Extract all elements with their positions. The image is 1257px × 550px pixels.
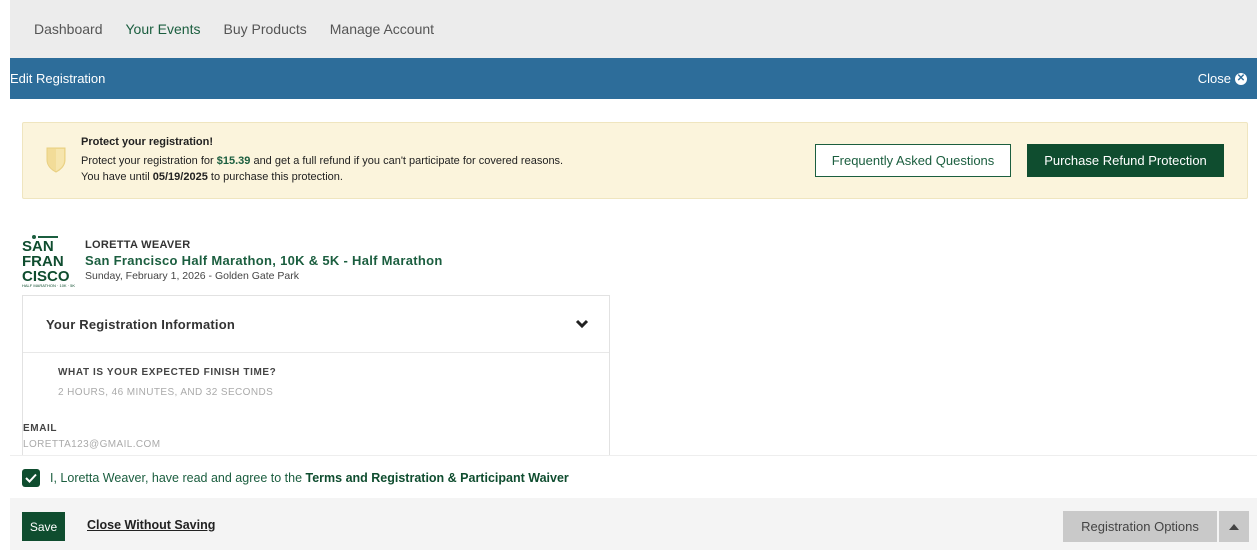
save-button[interactable]: Save — [22, 512, 65, 541]
bottom-action-bar: Save Close Without Saving Registration O… — [10, 498, 1257, 550]
nav-your-events[interactable]: Your Events — [126, 21, 201, 37]
agreement-text: I, Loretta Weaver, have read and agree t… — [50, 470, 569, 485]
top-nav: Dashboard Your Events Buy Products Manag… — [10, 0, 1257, 58]
event-info: LORETTA WEAVER San Francisco Half Marath… — [85, 239, 443, 282]
edit-registration-bar: Edit Registration Close ✕ — [10, 58, 1257, 99]
caret-up-icon — [1229, 523, 1239, 530]
close-without-saving-link[interactable]: Close Without Saving — [87, 518, 215, 532]
email-value: LORETTA123@GMAIL.COM — [23, 439, 161, 450]
edit-registration-title: Edit Registration — [10, 71, 106, 86]
logo-subtitle: HALF MARATHON · 10K · 5K — [22, 283, 75, 288]
event-date-location: Sunday, February 1, 2026 - Golden Gate P… — [85, 270, 300, 282]
email-label: EMAIL — [23, 423, 58, 434]
shield-icon — [46, 147, 66, 173]
purchase-refund-protection-button[interactable]: Purchase Refund Protection — [1027, 144, 1224, 177]
registration-options-button[interactable]: Registration Options — [1063, 511, 1217, 542]
nav-manage-account[interactable]: Manage Account — [330, 21, 434, 37]
chevron-down-icon — [575, 319, 589, 329]
finish-time-value: 2 HOURS, 46 MINUTES, AND 32 SECONDS — [58, 387, 274, 398]
protection-description: Protect your registration for $15.39 and… — [81, 155, 564, 167]
nav-buy-products[interactable]: Buy Products — [223, 21, 306, 37]
protection-title: Protect your registration! — [81, 136, 214, 148]
agree-checkbox[interactable] — [22, 468, 40, 487]
event-logo: SAN FRAN CISCO HALF MARATHON · 10K · 5K — [22, 235, 75, 288]
faq-button[interactable]: Frequently Asked Questions — [815, 144, 1011, 177]
finish-time-label: WHAT IS YOUR EXPECTED FINISH TIME? — [58, 367, 277, 378]
agreement-row: I, Loretta Weaver, have read and agree t… — [10, 455, 1257, 500]
registration-info-panel: Your Registration Information WHAT IS YO… — [22, 295, 610, 460]
close-circle-icon: ✕ — [1235, 72, 1247, 85]
nav-dashboard[interactable]: Dashboard — [34, 21, 103, 37]
participant-name: LORETTA WEAVER — [85, 239, 191, 251]
checkmark-icon — [25, 473, 37, 483]
protection-price: $15.39 — [216, 155, 251, 167]
registration-info-header[interactable]: Your Registration Information — [23, 296, 609, 353]
terms-waiver-link[interactable]: Terms and Registration & Participant Wai… — [306, 471, 569, 485]
protection-deadline-text: You have until 05/19/2025 to purchase th… — [81, 171, 343, 183]
close-button[interactable]: Close ✕ — [1198, 71, 1247, 86]
registration-info-title: Your Registration Information — [46, 316, 236, 332]
protection-deadline: 05/19/2025 — [152, 171, 208, 183]
registration-options-toggle[interactable] — [1219, 511, 1249, 542]
event-name: San Francisco Half Marathon, 10K & 5K - … — [85, 253, 443, 268]
close-label: Close — [1197, 71, 1231, 86]
refund-protection-banner: Protect your registration! Protect your … — [22, 122, 1248, 199]
